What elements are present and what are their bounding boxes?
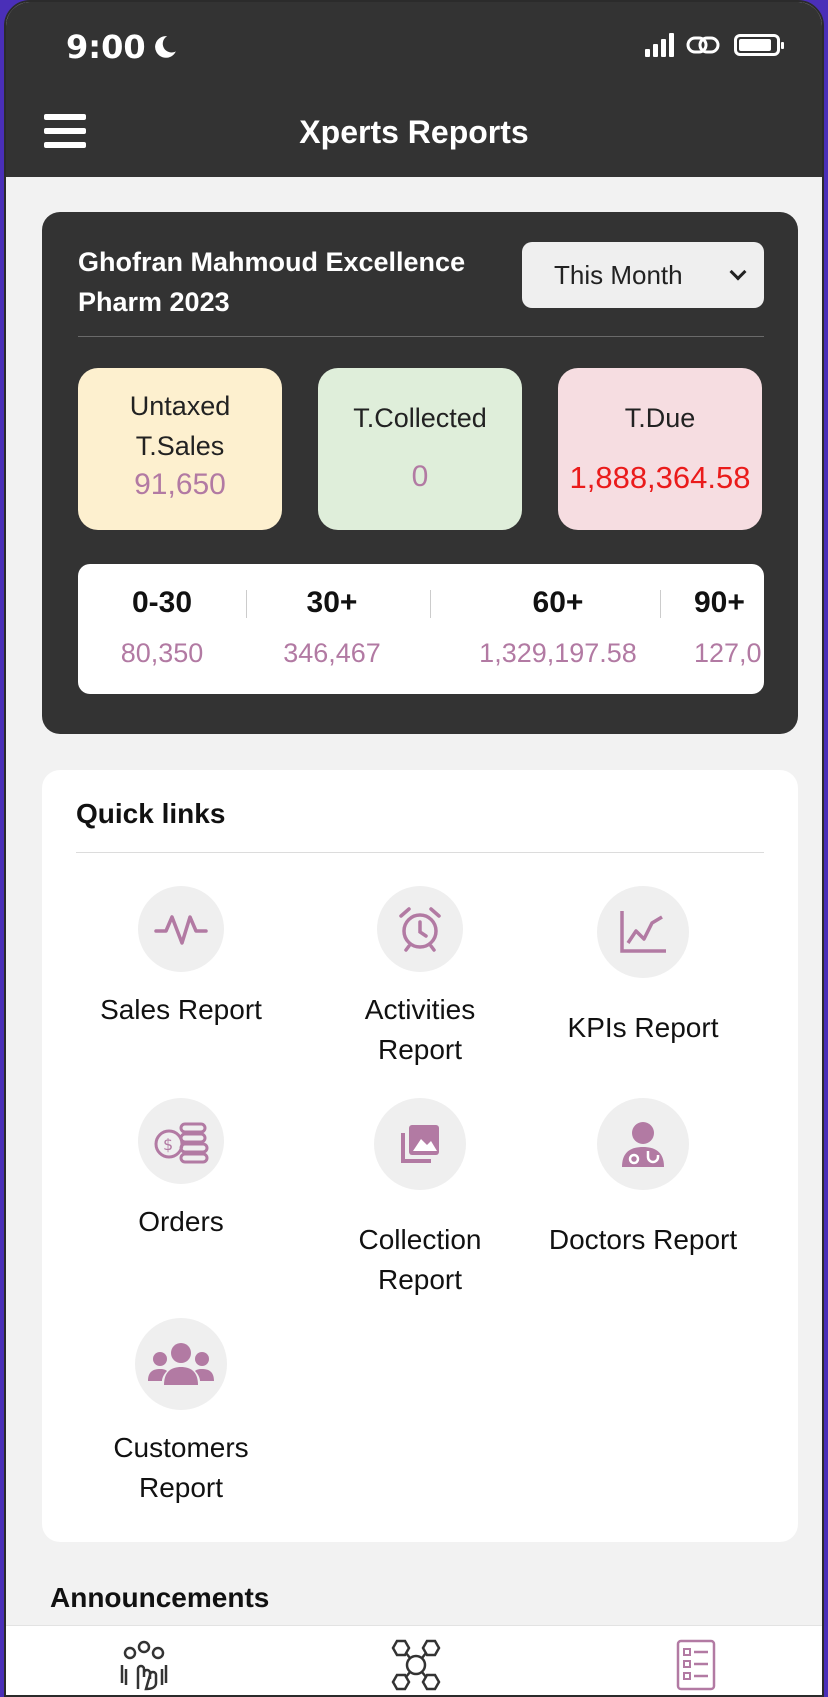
quick-link-activities-report[interactable]: Activities Report bbox=[305, 886, 535, 1070]
divider bbox=[76, 852, 764, 853]
quick-links-title: Quick links bbox=[76, 798, 226, 829]
page-title: Xperts Reports bbox=[299, 114, 529, 150]
quick-link-kpis-report[interactable]: KPIs Report bbox=[528, 886, 758, 1048]
nav-hands-network-icon[interactable] bbox=[114, 1636, 174, 1694]
nav-network-icon[interactable] bbox=[386, 1636, 446, 1694]
due-stat-value: 1,888,364.58 bbox=[569, 460, 751, 495]
aging-separator bbox=[430, 590, 431, 618]
quick-link-collection-report[interactable]: Collection Report bbox=[305, 1098, 535, 1300]
alarm-clock-icon bbox=[377, 886, 463, 972]
quick-link-label: Customers Report bbox=[113, 1432, 249, 1503]
aging-strip[interactable]: 0-30 80,350 30+ 346,467 60+ 1,329,197.58… bbox=[78, 564, 764, 694]
aging-separator bbox=[660, 590, 661, 618]
collected-stat-value: 0 bbox=[411, 460, 429, 493]
sales-stat-box[interactable]: Untaxed T.Sales 91,650 bbox=[78, 368, 282, 530]
status-time: 9:00 bbox=[66, 28, 178, 66]
quick-link-label: Doctors Report bbox=[548, 1224, 738, 1255]
pulse-icon bbox=[138, 886, 224, 972]
users-icon bbox=[135, 1318, 227, 1410]
aging-col-0-30: 0-30 80,350 bbox=[102, 586, 222, 669]
bottom-nav bbox=[6, 1625, 822, 1695]
due-stat-label: T.Due bbox=[624, 403, 696, 433]
announcements-title: Announcements bbox=[50, 1582, 270, 1613]
sales-stat-value: 91,650 bbox=[134, 468, 226, 501]
photo-gallery-icon bbox=[374, 1098, 466, 1190]
svg-text:$: $ bbox=[163, 1135, 173, 1154]
phone-screen: 9:00 Xperts Reports Ghofran Mahmoud Exce… bbox=[4, 0, 824, 1697]
quick-link-label: Orders bbox=[138, 1206, 224, 1237]
quick-links-card: Quick links Sales Report Activities Repo… bbox=[42, 770, 798, 1542]
coins-icon: $ bbox=[138, 1098, 224, 1184]
summary-card: Ghofran Mahmoud Excellence Pharm 2023 Th… bbox=[42, 212, 798, 734]
quick-link-label: Sales Report bbox=[100, 994, 262, 1025]
status-time-text: 9:00 bbox=[66, 28, 146, 66]
aging-value: 1,329,197.58 bbox=[479, 638, 637, 668]
chevron-down-icon bbox=[729, 263, 747, 281]
due-stat-box[interactable]: T.Due 1,888,364.58 bbox=[558, 368, 762, 530]
aging-separator bbox=[246, 590, 247, 618]
signal-icon bbox=[645, 33, 674, 57]
aging-value: 127,0 bbox=[694, 638, 762, 668]
aging-col-60: 60+ 1,329,197.58 bbox=[458, 586, 658, 669]
link-icon bbox=[686, 36, 720, 54]
sales-stat-label: Untaxed T.Sales bbox=[129, 391, 231, 461]
aging-label: 0-30 bbox=[131, 586, 193, 619]
aging-label: 90+ bbox=[694, 586, 745, 619]
aging-value: 346,467 bbox=[283, 638, 381, 668]
divider bbox=[78, 336, 764, 337]
aging-col-30: 30+ 346,467 bbox=[268, 586, 396, 669]
quick-link-customers-report[interactable]: Customers Report bbox=[66, 1318, 296, 1508]
quick-link-sales-report[interactable]: Sales Report bbox=[66, 886, 296, 1030]
aging-label: 30+ bbox=[306, 586, 358, 619]
top-app-bar: 9:00 Xperts Reports bbox=[6, 2, 822, 177]
period-dropdown[interactable]: This Month bbox=[522, 242, 764, 308]
moon-icon bbox=[154, 36, 176, 58]
quick-link-label: Activities Report bbox=[364, 994, 476, 1065]
aging-col-90: 90+ 127,0 bbox=[694, 586, 764, 669]
aging-label: 60+ bbox=[532, 586, 584, 619]
status-icons bbox=[645, 32, 784, 58]
period-value: This Month bbox=[554, 259, 683, 290]
quick-link-doctors-report[interactable]: Doctors Report bbox=[528, 1098, 758, 1260]
collected-stat-box[interactable]: T.Collected 0 bbox=[318, 368, 522, 530]
quick-link-label: Collection Report bbox=[358, 1224, 482, 1295]
nav-report-list-icon[interactable] bbox=[666, 1636, 726, 1694]
line-chart-icon bbox=[597, 886, 689, 978]
collected-stat-label: T.Collected bbox=[353, 403, 487, 433]
quick-link-label: KPIs Report bbox=[567, 1012, 719, 1043]
owner-name: Ghofran Mahmoud Excellence Pharm 2023 bbox=[78, 247, 466, 317]
doctor-icon bbox=[597, 1098, 689, 1190]
aging-value: 80,350 bbox=[120, 638, 204, 668]
quick-link-orders[interactable]: $ Orders bbox=[66, 1098, 296, 1242]
battery-icon bbox=[734, 34, 784, 56]
